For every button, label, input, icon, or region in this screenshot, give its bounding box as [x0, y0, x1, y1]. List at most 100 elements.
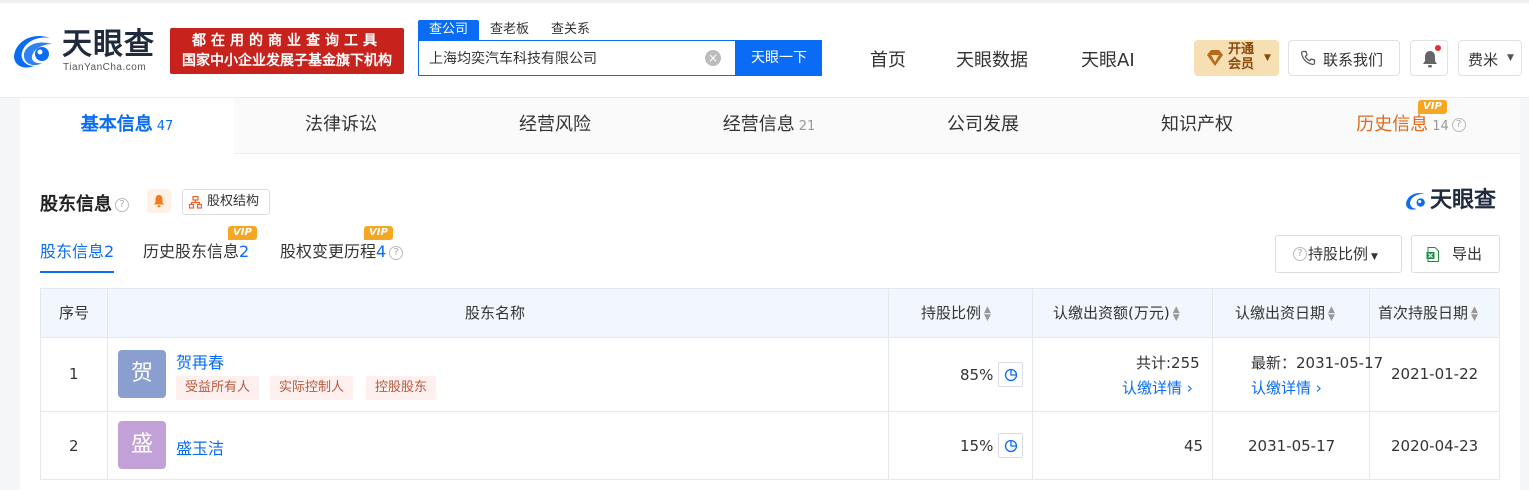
vip-badge: VIP [1418, 100, 1447, 114]
subtab-history-shareholders[interactable]: 历史股东信息2 [143, 238, 249, 262]
tab-count: 21 [798, 119, 816, 134]
col-header-amount[interactable]: 认缴出资额(万元) ▲ ▼ [1053, 289, 1180, 337]
col-header-index: 序号 [59, 289, 90, 337]
pie-glyph [1004, 439, 1018, 453]
avatar: 盛 [118, 421, 166, 469]
sort-icon: ▲ ▼ [1172, 304, 1180, 323]
column-divider [1032, 289, 1033, 479]
tab-label: 基本信息 [80, 114, 153, 135]
tab-label: 历史信息 [1356, 114, 1429, 135]
help-icon[interactable]: ? [1451, 118, 1466, 132]
column-divider [1369, 289, 1370, 479]
vip-badge: VIP [364, 226, 393, 240]
org-chart-icon [189, 196, 202, 209]
clear-icon[interactable]: × [705, 50, 721, 66]
browser-edge [0, 0, 1529, 3]
subtab-label: 股东信息 [40, 242, 105, 261]
subscription-detail-label: 认缴详情 [1122, 379, 1183, 397]
tab-count: 47 [156, 119, 174, 134]
col-header-date[interactable]: 认缴出资日期 ▲ ▼ [1235, 289, 1335, 337]
logo-eye-icon [1406, 193, 1425, 210]
bell-icon [154, 195, 164, 208]
holding-ratio: 15% [960, 437, 994, 455]
search-type-tabs: 查公司 查老板 查关系 [418, 20, 601, 40]
tag-actual-controller: 实际控制人 [270, 376, 354, 400]
nav-ai[interactable]: 天眼AI [1081, 46, 1135, 72]
column-divider [888, 289, 889, 479]
logo-domain: TianYanCha.com [63, 62, 147, 73]
col-header-date-label: 认缴出资日期 [1235, 304, 1326, 322]
first-holding-date: 2020-04-23 [1391, 437, 1479, 455]
tab-label: 法律诉讼 [305, 114, 377, 135]
monitor-bell-button[interactable] [147, 189, 171, 213]
slogan-line-1: 都在用的商业查询工具 [192, 33, 382, 49]
bell-icon [1423, 51, 1437, 68]
tab-label: 公司发展 [947, 114, 1019, 135]
holding-ratio: 85% [960, 366, 994, 384]
tab-label: 经营信息 [722, 114, 795, 135]
subtab-equity-changes[interactable]: 股权变更历程4? [280, 238, 404, 262]
contact-us-label: 联系我们 [1323, 51, 1384, 69]
col-header-ratio[interactable]: 持股比例 ▲ ▼ [921, 289, 991, 337]
shareholder-name-link[interactable]: 盛玉洁 [176, 435, 224, 459]
row-index: 1 [69, 365, 79, 383]
search-tab-relation[interactable]: 查关系 [540, 20, 601, 40]
chevron-down-icon: ▼ [1371, 252, 1378, 262]
tab-business-risk[interactable]: 经营风险 [448, 98, 662, 154]
tag-controlling-shareholder: 控股股东 [366, 376, 437, 400]
logo-text: 天眼查 [62, 27, 155, 62]
vip-label-line-1: 开通 [1228, 42, 1255, 57]
tab-company-development[interactable]: 公司发展 [876, 98, 1090, 154]
tab-business-info[interactable]: 经营信息 21 [662, 98, 876, 154]
subtab-count: 2 [239, 242, 250, 261]
tab-label: 知识产权 [1161, 114, 1233, 135]
tab-basic-info[interactable]: 基本信息 47 [20, 98, 234, 154]
search-tab-boss[interactable]: 查老板 [479, 20, 540, 40]
section-title: 股东信息? [40, 190, 129, 216]
pie-chart-icon[interactable] [998, 362, 1023, 387]
col-header-ratio-label: 持股比例 [921, 304, 982, 322]
main-tabs: 基本信息 47 法律诉讼 经营风险 经营信息 21 公司发展 知识产权 历史信息 14… [20, 98, 1520, 154]
top-header: 天眼查 TianYanCha.com 都在用的商业查询工具 国家中小企业发展子基… [0, 0, 1529, 98]
pie-chart-icon[interactable] [998, 433, 1023, 458]
row-divider [41, 411, 1499, 412]
chevron-down-icon: ▼ [1264, 53, 1271, 63]
ratio-filter-dropdown[interactable]: ? 持股比例 ▼ [1275, 235, 1402, 273]
tianyancha-watermark-logo: 天眼查 [1404, 188, 1504, 216]
slogan-banner: 都在用的商业查询工具 国家中小企业发展子基金旗下机构 [170, 28, 404, 74]
notification-button[interactable] [1410, 40, 1448, 76]
nav-home[interactable]: 首页 [870, 46, 906, 72]
help-icon: ? [1293, 247, 1307, 261]
export-button[interactable]: 导出 [1411, 235, 1500, 273]
tab-litigation[interactable]: 法律诉讼 [234, 98, 448, 154]
company-detail-card: 基本信息 47 法律诉讼 经营风险 经营信息 21 公司发展 知识产权 历史信息 14… [20, 98, 1520, 490]
contact-us-button[interactable]: 联系我们 [1288, 40, 1400, 76]
ratio-filter-label: 持股比例 [1308, 245, 1369, 263]
vip-label-line-2: 会员 [1228, 57, 1255, 72]
slogan-line-2: 国家中小企业发展子基金旗下机构 [182, 53, 392, 69]
subtab-shareholders[interactable]: 股东信息2 [40, 238, 115, 273]
search-tab-company[interactable]: 查公司 [418, 20, 480, 40]
open-vip-button[interactable]: 开通 会员 ▼ [1194, 40, 1279, 76]
tab-intellectual-property[interactable]: 知识产权 [1090, 98, 1304, 154]
tianyancha-logo[interactable]: 天眼查 TianYanCha.com [10, 28, 160, 76]
help-icon[interactable]: ? [389, 245, 404, 260]
first-holding-date: 2021-01-22 [1391, 365, 1479, 383]
tag-beneficial-owner: 受益所有人 [176, 376, 260, 400]
search-input[interactable] [429, 41, 699, 75]
equity-structure-button[interactable]: 股权结构 [182, 189, 270, 215]
help-icon[interactable]: ? [115, 198, 129, 212]
nav-data[interactable]: 天眼数据 [956, 46, 1028, 72]
col-header-first-date[interactable]: 首次持股日期 ▲ ▼ [1378, 289, 1478, 337]
user-name: 费米 [1468, 51, 1499, 69]
subscription-detail-label: 认缴详情 [1251, 379, 1312, 397]
search-button[interactable]: 天眼一下 [736, 40, 822, 76]
subscription-date-detail-link[interactable]: 认缴详情 › [1251, 377, 1322, 398]
tab-history-info[interactable]: 历史信息 14? [1304, 98, 1518, 154]
shareholder-name-link[interactable]: 贺再春 [176, 349, 224, 373]
subtab-label: 历史股东信息 [143, 242, 240, 261]
brand-text: 天眼查 [1430, 188, 1497, 213]
col-header-amount-label: 认缴出资额(万元) [1053, 304, 1170, 322]
subscription-detail-link[interactable]: 认缴详情 › [1122, 377, 1193, 398]
user-menu-button[interactable]: 费米 ▼ [1458, 40, 1522, 76]
